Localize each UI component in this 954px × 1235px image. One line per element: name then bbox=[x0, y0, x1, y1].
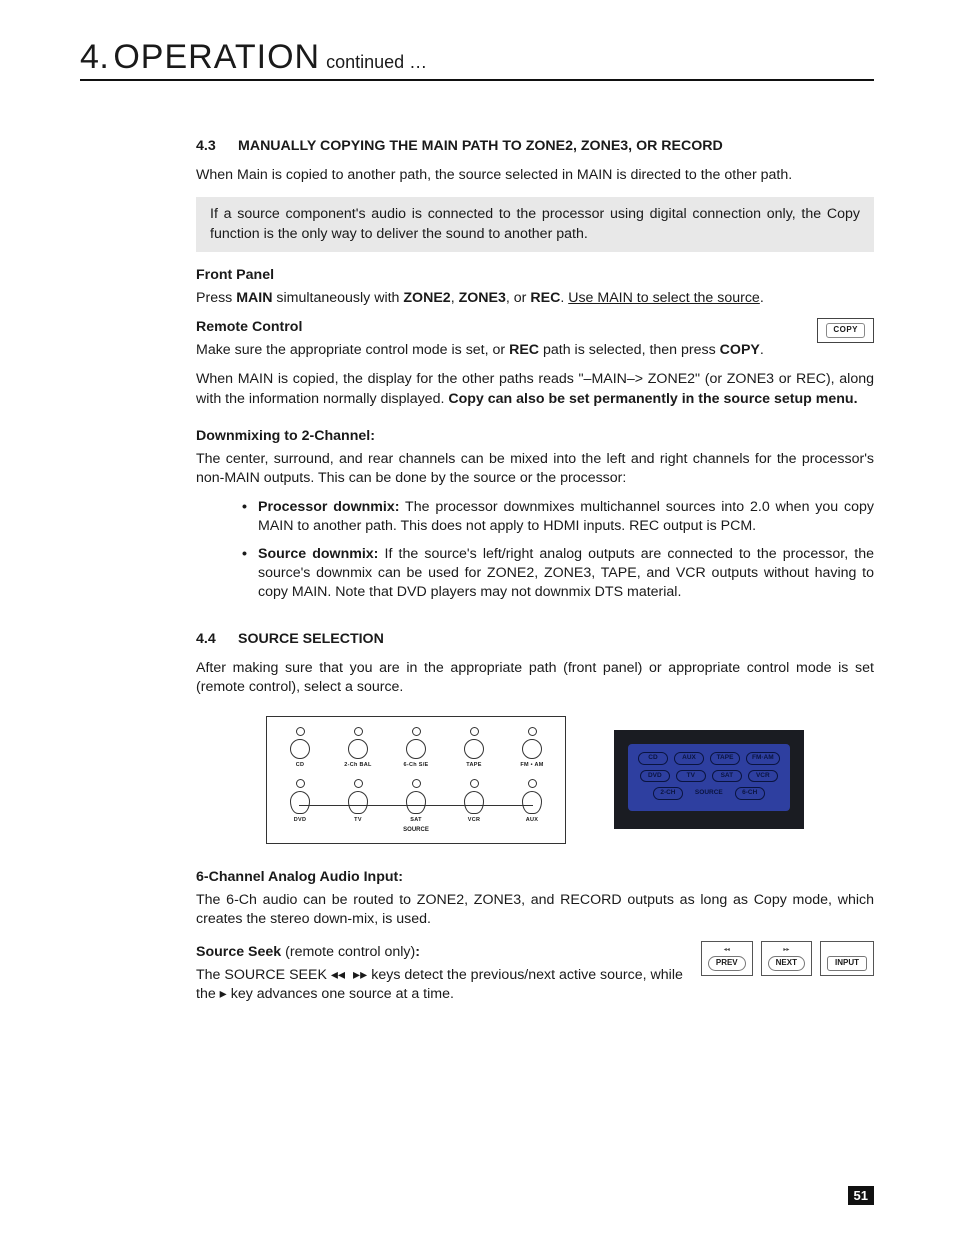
rewind-icon: ◂◂ bbox=[724, 946, 730, 954]
remote-row2: DVD TV SAT VCR bbox=[638, 770, 780, 783]
section-4-4-intro: After making sure that you are in the ap… bbox=[196, 659, 874, 697]
front-panel-row1: CD 2-Ch BAL 6-Ch S/E TAPE FM • AM bbox=[285, 727, 547, 769]
knob-aux: AUX bbox=[517, 779, 547, 824]
knob-fm-am: FM • AM bbox=[517, 727, 547, 769]
front-panel-heading: Front Panel bbox=[196, 266, 874, 285]
seek-buttons-graphic: ◂◂ PREV ▸▸ NEXT INPUT bbox=[701, 941, 874, 976]
source-seek-body: The SOURCE SEEK ◂◂ ▸▸ keys detect the pr… bbox=[196, 966, 704, 1004]
knob-vcr: VCR bbox=[459, 779, 489, 824]
downmix-list: Processor downmix: The processor downmix… bbox=[238, 498, 874, 602]
note-box: If a source component's audio is connect… bbox=[196, 197, 874, 251]
remote-btn-cd: CD bbox=[638, 752, 668, 765]
prev-button-graphic: ◂◂ PREV bbox=[701, 941, 753, 976]
section-number: 4.3 bbox=[196, 137, 238, 156]
list-item: Source downmix: If the source's left/rig… bbox=[238, 545, 874, 603]
remote-row3: 2-CH SOURCE 6-CH bbox=[638, 787, 780, 800]
chapter-number: 4. bbox=[80, 38, 109, 77]
front-panel-figure: CD 2-Ch BAL 6-Ch S/E TAPE FM • AM DVD TV… bbox=[266, 716, 566, 844]
six-channel-body: The 6-Ch audio can be routed to ZONE2, Z… bbox=[196, 891, 874, 929]
chapter-title: OPERATION bbox=[113, 38, 320, 77]
remote-btn-tv: TV bbox=[676, 770, 706, 783]
section-title: SOURCE SELECTION bbox=[238, 630, 384, 649]
chapter-continued: continued … bbox=[326, 52, 427, 73]
knob-2ch-bal: 2-Ch BAL bbox=[343, 727, 373, 769]
forward-icon: ▸▸ bbox=[783, 946, 789, 954]
copy-button-label: COPY bbox=[826, 323, 865, 338]
remote-btn-6ch: 6-CH bbox=[735, 787, 765, 800]
section-4-3-heading: 4.3 MANUALLY COPYING THE MAIN PATH TO ZO… bbox=[196, 137, 874, 156]
front-panel-instruction: Press MAIN simultaneously with ZONE2, ZO… bbox=[196, 289, 874, 308]
knob-dvd: DVD bbox=[285, 779, 315, 824]
remote-btn-vcr: VCR bbox=[748, 770, 778, 783]
six-channel-heading: 6-Channel Analog Audio Input: bbox=[196, 868, 874, 887]
remote-btn-fmam: FM·AM bbox=[746, 752, 780, 765]
remote-control-instruction: Make sure the appropriate control mode i… bbox=[196, 341, 874, 360]
next-button-graphic: ▸▸ NEXT bbox=[761, 941, 812, 976]
knob-6ch-se: 6-Ch S/E bbox=[401, 727, 431, 769]
section-4-4-heading: 4.4 SOURCE SELECTION bbox=[196, 630, 874, 649]
page-number: 51 bbox=[848, 1186, 874, 1205]
remote-btn-aux: AUX bbox=[674, 752, 704, 765]
front-panel-source-label: SOURCE bbox=[285, 826, 547, 834]
knob-tape: TAPE bbox=[459, 727, 489, 769]
knob-cd: CD bbox=[285, 727, 315, 769]
next-label: NEXT bbox=[768, 956, 805, 971]
section-title: MANUALLY COPYING THE MAIN PATH TO ZONE2,… bbox=[238, 137, 723, 156]
downmix-body: The center, surround, and rear channels … bbox=[196, 450, 874, 488]
chapter-header: 4. OPERATION continued … bbox=[80, 38, 874, 81]
diagram-row: CD 2-Ch BAL 6-Ch S/E TAPE FM • AM DVD TV… bbox=[266, 716, 874, 844]
remote-control-heading: Remote Control bbox=[196, 318, 874, 337]
knob-sat: SAT bbox=[401, 779, 431, 824]
input-label: INPUT bbox=[827, 956, 867, 971]
page: 4. OPERATION continued … 4.3 MANUALLY CO… bbox=[0, 0, 954, 1235]
remote-btn-tape: TAPE bbox=[710, 752, 740, 765]
remote-row1: CD AUX TAPE FM·AM bbox=[638, 752, 780, 765]
section-number: 4.4 bbox=[196, 630, 238, 649]
when-main-copied: When MAIN is copied, the display for the… bbox=[196, 370, 874, 408]
copy-button-graphic: COPY bbox=[817, 318, 874, 343]
list-item: Processor downmix: The processor downmix… bbox=[238, 498, 874, 536]
knob-tv: TV bbox=[343, 779, 373, 824]
remote-btn-dvd: DVD bbox=[640, 770, 670, 783]
remote-btn-sat: SAT bbox=[712, 770, 742, 783]
remote-source-panel: CD AUX TAPE FM·AM DVD TV SAT VCR 2-CH SO… bbox=[628, 744, 790, 811]
remote-figure: CD AUX TAPE FM·AM DVD TV SAT VCR 2-CH SO… bbox=[614, 730, 804, 829]
remote-btn-2ch: 2-CH bbox=[653, 787, 683, 800]
section-4-3-intro: When Main is copied to another path, the… bbox=[196, 166, 874, 185]
prev-label: PREV bbox=[708, 956, 746, 971]
remote-source-label: SOURCE bbox=[695, 789, 723, 798]
page-content: 4.3 MANUALLY COPYING THE MAIN PATH TO ZO… bbox=[196, 137, 874, 1015]
front-panel-row2: DVD TV SAT VCR AUX bbox=[285, 779, 547, 824]
input-button-graphic: INPUT bbox=[820, 941, 874, 976]
downmix-heading: Downmixing to 2-Channel: bbox=[196, 427, 874, 446]
